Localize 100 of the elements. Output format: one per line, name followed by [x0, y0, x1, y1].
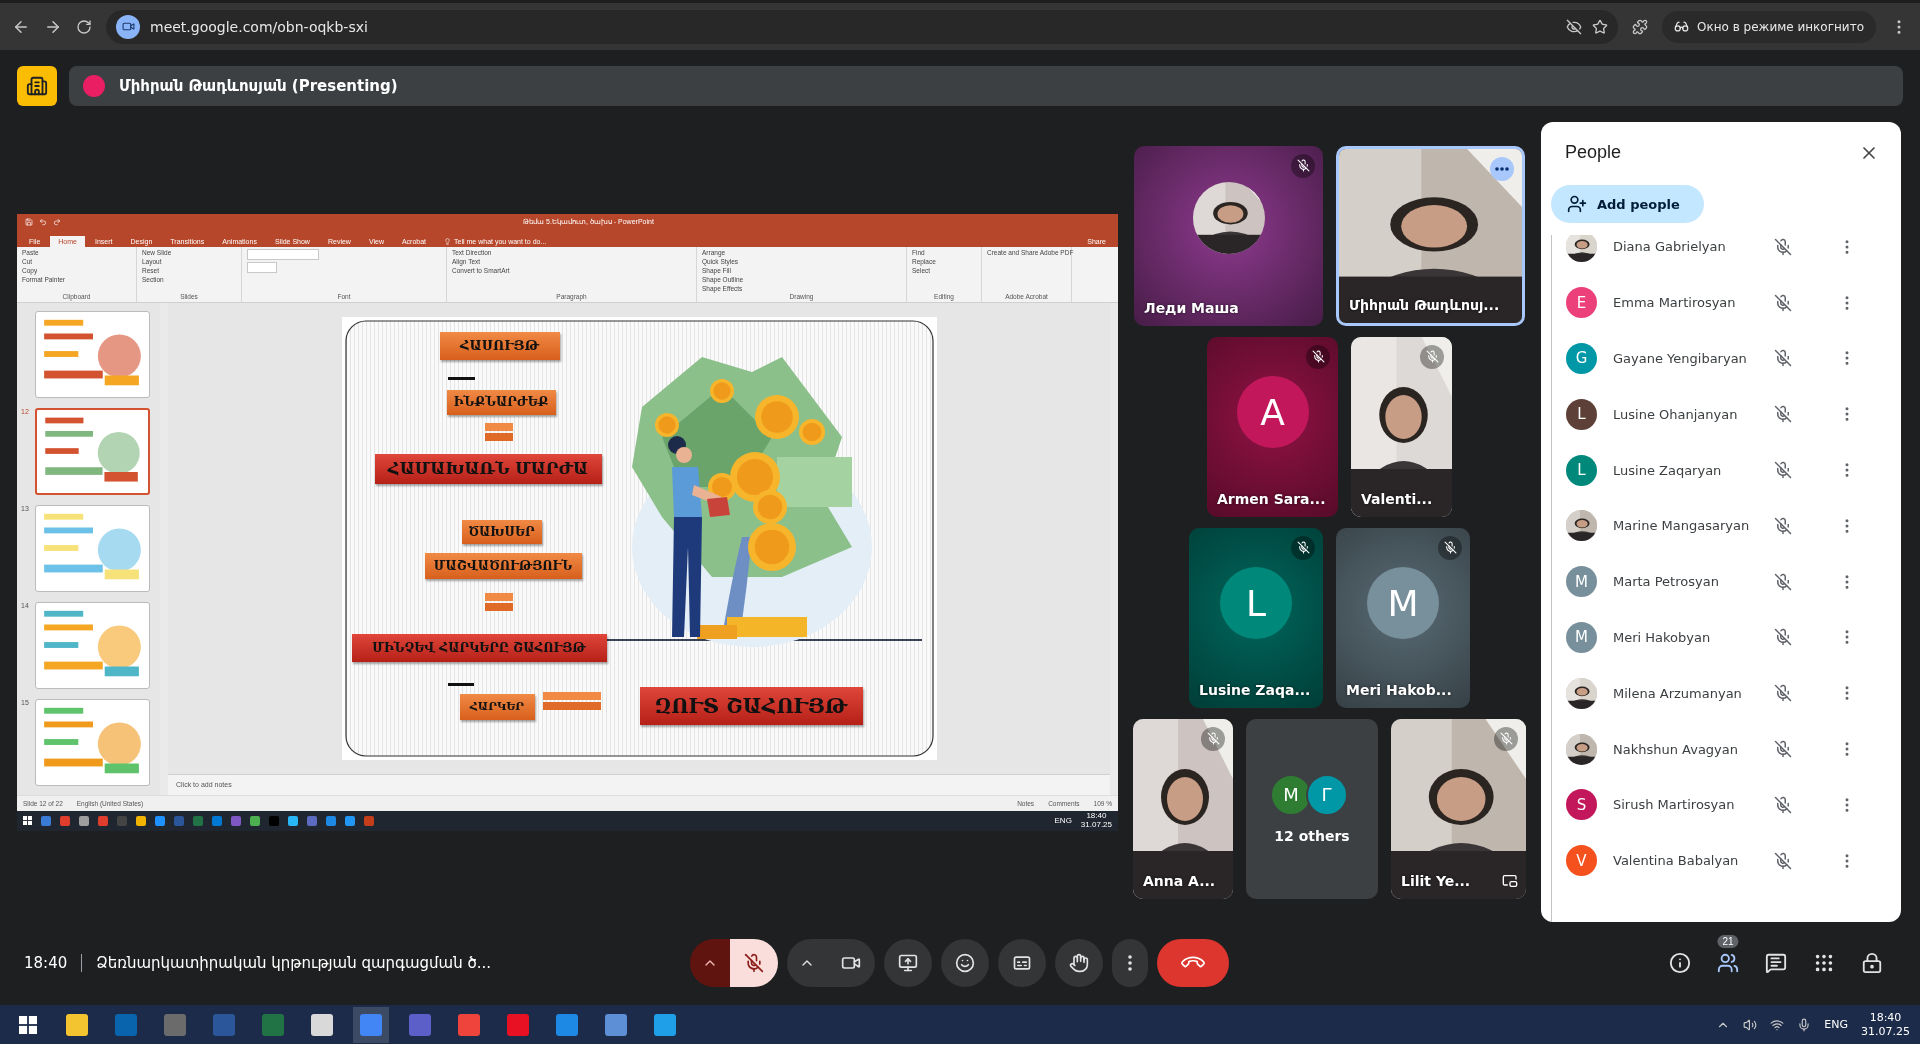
participant-tile[interactable]: A Armen Sara... [1207, 336, 1338, 517]
undo-icon[interactable] [39, 218, 47, 226]
star-icon[interactable] [1592, 18, 1609, 35]
equals-sign [484, 592, 513, 611]
app-icon[interactable] [250, 815, 260, 826]
person-name: Gayane Yengibaryan [1613, 351, 1748, 366]
slide-text-box: ՄԱՇՎԱԾՈՒԹՅՈՒՆ [424, 552, 582, 579]
info-icon[interactable] [1669, 952, 1691, 974]
avatar: Г [1306, 773, 1348, 816]
clock-date: 31.07.25 [1861, 1024, 1910, 1038]
participant-tile[interactable]: Anna A... [1133, 718, 1233, 899]
scrollbar[interactable] [1110, 302, 1118, 795]
avatar: S [1566, 789, 1597, 821]
scrollbar[interactable] [160, 302, 168, 795]
app-icon[interactable] [311, 1013, 333, 1036]
app-icon[interactable] [79, 815, 89, 826]
avatar: M [1566, 566, 1597, 598]
slide-text-box: ԶՈՒՏ ՇԱՀՈՒՅԹ [639, 686, 863, 725]
participant-tile[interactable]: Lilit Ye... [1391, 718, 1526, 899]
app-icon[interactable] [155, 815, 165, 826]
person-name: Lusine Ohanjanyan [1613, 406, 1739, 422]
slide-thumbnail[interactable] [35, 311, 150, 398]
avatar: E [1566, 287, 1597, 319]
app-icon[interactable] [288, 815, 298, 826]
participant-tile[interactable]: Միհրան Թադևոսյ... [1336, 145, 1525, 326]
participant-tile[interactable]: L Lusine Zaqa... [1189, 527, 1323, 708]
end-call-button[interactable] [1157, 939, 1229, 987]
eye-off-icon[interactable] [1566, 18, 1583, 35]
clock-date: 31.07.25 [1080, 821, 1112, 829]
participant-name: Lilit Ye... [1401, 872, 1471, 889]
network-icon[interactable] [1770, 1017, 1785, 1032]
font-size-field[interactable] [247, 261, 277, 273]
language-indicator[interactable]: ENG [1824, 1018, 1848, 1031]
meeting-title: Ձեռնարկատիրական կրթության զարգացման ծ... [96, 954, 492, 972]
dash-sign [447, 376, 475, 380]
equals-sign [484, 422, 513, 441]
apps-icon[interactable] [1813, 952, 1835, 974]
mic-off-icon [1443, 541, 1457, 554]
avatar [83, 75, 105, 97]
others-count: 12 others [1274, 827, 1350, 844]
participant-tile[interactable]: M Meri Hakob... [1336, 527, 1470, 708]
app-icon[interactable] [345, 815, 355, 826]
captions-button[interactable] [998, 939, 1046, 987]
redo-icon[interactable] [53, 218, 61, 226]
app-icon[interactable] [136, 815, 146, 826]
avatar: L [1566, 398, 1597, 430]
person-name: Lusine Zaqaryan [1613, 462, 1723, 478]
mic-off-icon [1206, 732, 1220, 745]
slide-thumbnail[interactable] [35, 505, 150, 592]
present-button[interactable] [884, 939, 932, 987]
mic-icon[interactable] [1797, 1017, 1812, 1032]
chat-icon[interactable] [1765, 952, 1787, 974]
address-bar[interactable]: meet.google.com/obn-oqkb-sxi [106, 9, 1619, 44]
participant-tile[interactable]: Valenti... [1351, 336, 1452, 517]
slide-text-box: ՀԱՍՈՒՅԹ [439, 331, 560, 360]
app-icon[interactable] [326, 815, 336, 826]
app-icon[interactable] [66, 1013, 88, 1036]
slide-thumbnail[interactable] [35, 408, 150, 495]
windows-icon[interactable] [23, 816, 32, 825]
mic-off-icon [1425, 350, 1439, 363]
save-icon[interactable] [25, 218, 33, 226]
building-icon[interactable] [17, 66, 57, 106]
mic-off-icon [744, 953, 764, 973]
app-icon[interactable] [605, 1013, 627, 1036]
slide-text-box: ՄԻՆՉԵՎ ՀԱՐԿԵՐԸ ՇԱՀՈՒՅԹ [351, 633, 607, 662]
reload-icon[interactable] [76, 18, 92, 35]
slide-thumbnail[interactable] [35, 699, 150, 786]
participant-tile[interactable]: M Г 12 others [1246, 718, 1378, 899]
participant-name: Valenti... [1361, 490, 1433, 507]
mic-off-icon [1296, 159, 1310, 172]
slide-thumbnail[interactable] [35, 602, 150, 689]
picture-in-picture-icon[interactable] [1502, 872, 1518, 889]
participant-name: Միհրան Թադևոսյ... [1349, 296, 1500, 313]
volume-icon[interactable] [1743, 1017, 1758, 1032]
mic-off-icon [1311, 350, 1325, 363]
person-name: Marta Petrosyan [1613, 574, 1720, 590]
avatar: A [1236, 376, 1309, 449]
screen-share-icon [898, 953, 918, 973]
emoji-button[interactable] [941, 939, 989, 987]
font-field[interactable] [247, 248, 319, 260]
add-people-button[interactable]: Add people [1551, 185, 1704, 223]
app-icon[interactable] [654, 1013, 676, 1036]
person-name: Valentina Babalyan [1613, 853, 1740, 869]
windows-icon[interactable] [19, 1015, 37, 1034]
more-options-button[interactable] [1112, 939, 1148, 987]
people-count: 21 [1717, 935, 1739, 948]
dash-sign [447, 682, 474, 686]
avatar: G [1566, 343, 1597, 374]
person-name: Sirush Martirosyan [1613, 797, 1736, 813]
lock-icon[interactable] [1861, 952, 1883, 974]
person-name: Emma Martirosyan [1613, 295, 1737, 311]
mic-off-button[interactable] [730, 939, 778, 987]
incognito-button[interactable]: Окно в режиме инкогнито [1662, 10, 1876, 43]
camera-button[interactable] [827, 939, 875, 987]
participant-tile[interactable]: Леди Маша [1134, 145, 1323, 326]
person-name: Nakhshun Avagyan [1613, 741, 1740, 757]
raise-hand-button[interactable] [1055, 939, 1103, 987]
extensions-icon[interactable] [1632, 18, 1649, 35]
language-indicator: ENG [1054, 816, 1072, 825]
clock-time: 18:40 [24, 954, 68, 972]
